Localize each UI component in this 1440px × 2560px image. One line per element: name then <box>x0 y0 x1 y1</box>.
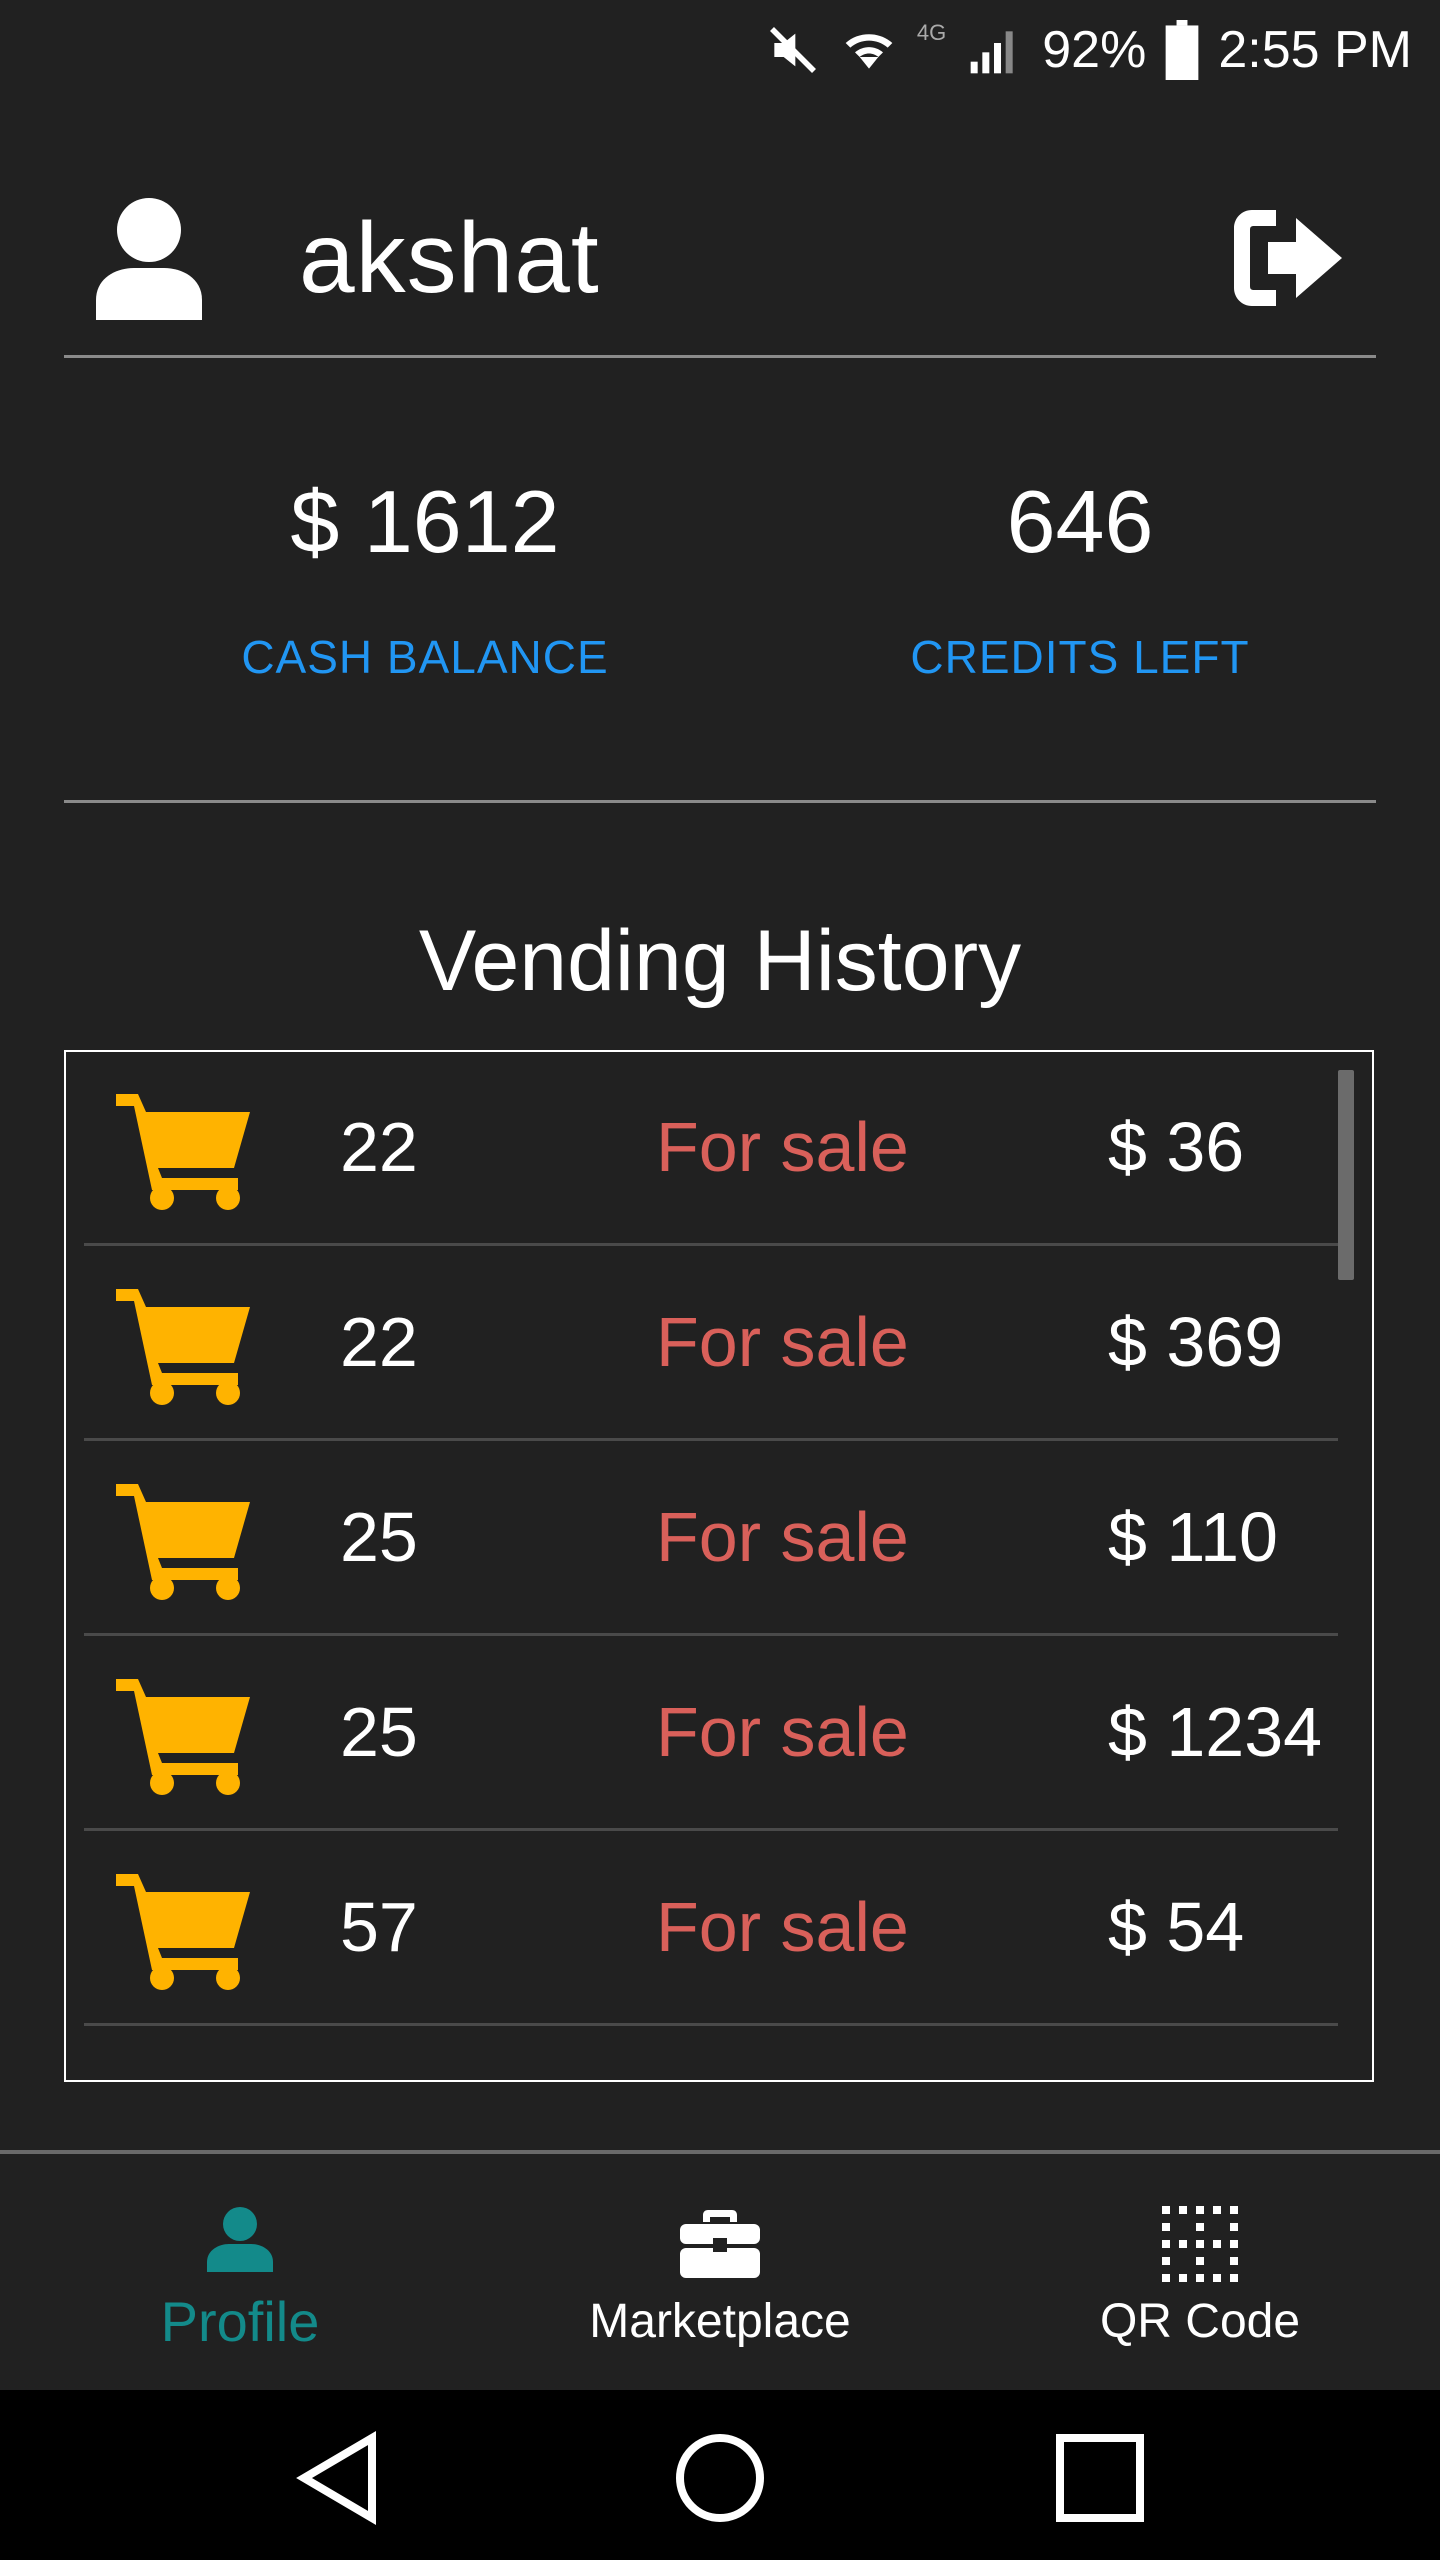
row-item-id: 25 <box>340 1693 418 1771</box>
row-status: For sale <box>656 1498 909 1576</box>
battery-percent: 92% <box>1042 21 1147 79</box>
person-icon <box>207 2207 273 2272</box>
username: akshat <box>299 202 600 314</box>
row-item-id: 57 <box>340 1888 418 1966</box>
nav-profile[interactable]: Profile <box>0 2154 480 2386</box>
vending-history-list[interactable]: 22 For sale $ 36 22 For sale $ 369 25 Fo… <box>64 1050 1374 2082</box>
row-status: For sale <box>656 1888 909 1966</box>
row-status: For sale <box>656 1303 909 1381</box>
header-divider <box>64 355 1376 358</box>
status-time: 2:55 PM <box>1218 21 1412 79</box>
row-item-id: 22 <box>340 1303 418 1381</box>
recents-icon[interactable] <box>1050 2428 1150 2528</box>
home-icon[interactable] <box>670 2428 770 2528</box>
qr-grid-icon <box>1162 2206 1238 2282</box>
briefcase-icon <box>680 2210 760 2278</box>
vending-history-title: Vending History <box>418 913 1022 1009</box>
cart-icon <box>116 1484 250 1600</box>
nav-profile-label: Profile <box>160 2290 320 2353</box>
history-row[interactable]: 57 For sale $ 54 <box>84 1832 1338 2026</box>
row-item-id: 22 <box>340 1108 418 1186</box>
history-row[interactable]: 22 For sale $ 36 <box>84 1052 1338 1246</box>
row-price: $ 110 <box>1108 1498 1278 1576</box>
row-status: For sale <box>656 1693 909 1771</box>
scrollbar-thumb[interactable] <box>1338 1070 1354 1280</box>
row-price: $ 369 <box>1108 1303 1284 1381</box>
cash-balance-value: $ 1612 <box>290 472 560 571</box>
nav-marketplace[interactable]: Marketplace <box>480 2154 960 2386</box>
system-navigation-bar <box>0 2390 1440 2560</box>
credits-left-label[interactable]: CREDITS LEFT <box>830 630 1330 684</box>
signal-icon <box>970 31 1013 74</box>
nav-qr-code-label: QR Code <box>1099 2295 1301 2348</box>
nav-marketplace-label: Marketplace <box>589 2295 851 2348</box>
cart-icon <box>116 1679 250 1795</box>
cart-icon <box>116 1874 250 1990</box>
cash-balance-label[interactable]: CASH BALANCE <box>175 630 675 684</box>
back-icon[interactable] <box>290 2428 390 2528</box>
row-status: For sale <box>656 1108 909 1186</box>
cart-icon <box>116 1289 250 1405</box>
battery-icon <box>1165 20 1199 80</box>
profile-header: akshat <box>64 180 1376 355</box>
cash-balance-block: $ 1612 CASH BALANCE <box>175 478 675 684</box>
credits-left-block: 646 CREDITS LEFT <box>830 478 1330 684</box>
bottom-navigation: Profile Marketplace QR Code <box>0 2150 1440 2386</box>
logout-icon[interactable] <box>1224 196 1348 320</box>
nav-qr-code[interactable]: QR Code <box>960 2154 1440 2386</box>
row-price: $ 1234 <box>1108 1693 1323 1771</box>
profile-screen: 4G 92% 2:55 PM akshat $ 1612 CASH BALANC… <box>0 0 1440 2560</box>
user-icon <box>96 198 202 320</box>
row-item-id: 25 <box>340 1498 418 1576</box>
history-row[interactable]: 25 For sale $ 1234 <box>84 1637 1338 1831</box>
stats-divider <box>64 800 1376 803</box>
cart-icon <box>116 1094 250 1210</box>
mute-icon <box>769 27 816 73</box>
history-row[interactable]: 22 For sale $ 369 <box>84 1247 1338 1441</box>
row-price: $ 54 <box>1108 1888 1245 1966</box>
row-price: $ 36 <box>1108 1108 1245 1186</box>
credits-left-value: 646 <box>1006 472 1154 571</box>
status-bar: 4G 92% 2:55 PM <box>0 0 1440 100</box>
history-row[interactable]: 25 For sale $ 110 <box>84 1442 1338 1636</box>
network-badge: 4G <box>916 20 947 45</box>
wifi-icon <box>845 34 893 69</box>
